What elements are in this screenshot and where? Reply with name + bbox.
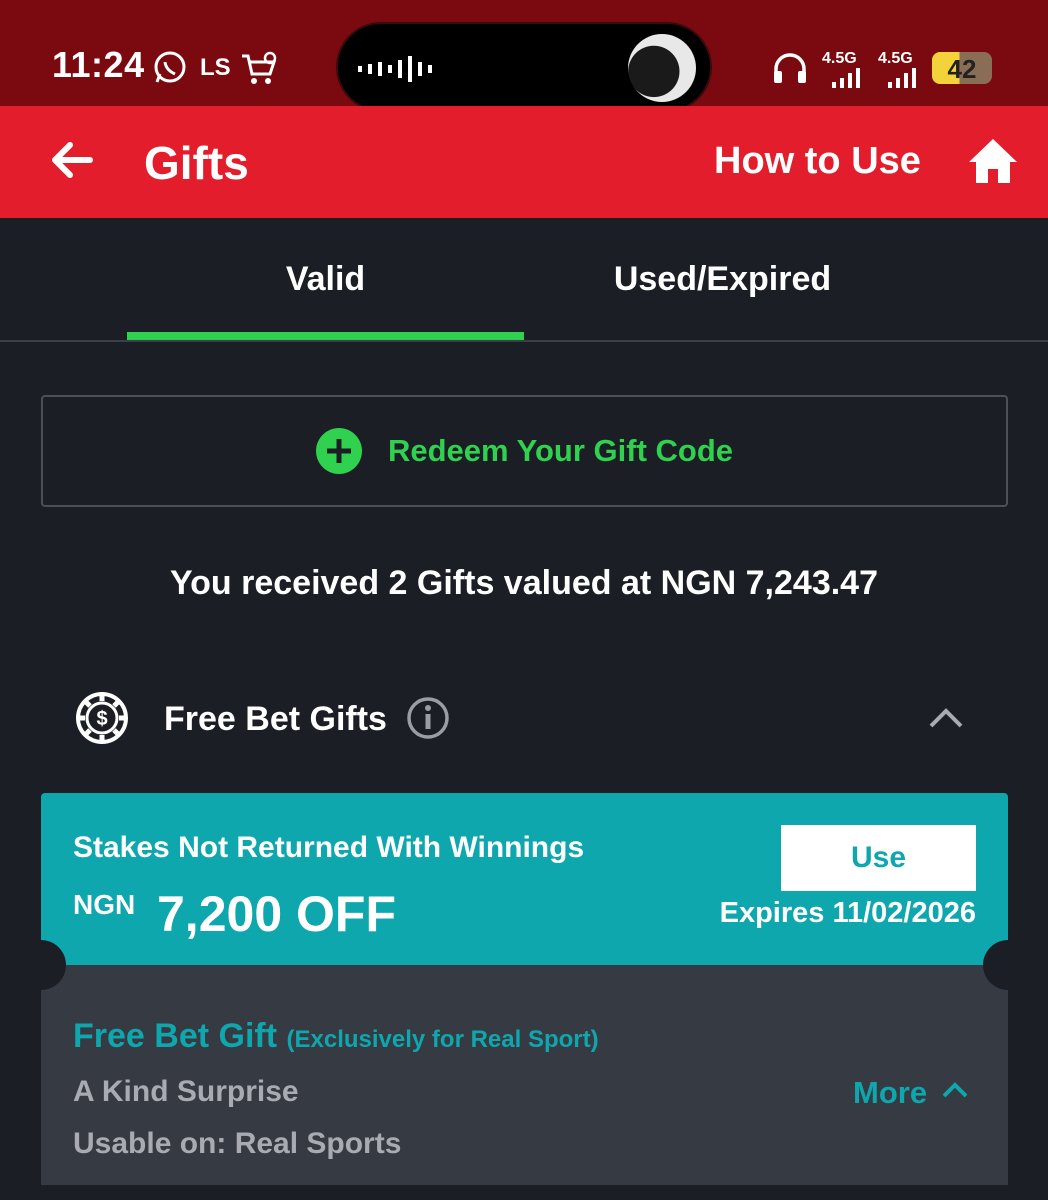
gifts-summary: You received 2 Gifts valued at NGN 7,243… <box>169 564 878 602</box>
gift-expiry: Expires 11/02/2026 <box>719 897 976 929</box>
card-notch-left <box>16 940 66 990</box>
app-bar: Gifts How to Use <box>0 106 1048 218</box>
svg-text:$: $ <box>96 708 107 730</box>
more-toggle[interactable]: More <box>853 1075 969 1111</box>
tab-used-expired[interactable]: Used/Expired <box>524 260 921 299</box>
gift-type: Free Bet Gift (Exclusively for Real Spor… <box>73 1017 599 1056</box>
battery-level: 42 <box>947 54 977 84</box>
how-to-use-link[interactable]: How to Use <box>714 140 921 183</box>
media-artwork[interactable] <box>628 34 696 102</box>
active-tab-indicator <box>127 332 524 340</box>
carrier-badge: LS <box>200 54 231 81</box>
gift-description: A Kind Surprise <box>73 1075 299 1108</box>
shopping-cart-icon <box>240 48 278 88</box>
gift-condition: Stakes Not Returned With Winnings <box>73 831 585 864</box>
back-arrow-icon[interactable] <box>48 136 96 184</box>
redeem-label: Redeem Your Gift Code <box>387 433 734 468</box>
signal-icon <box>886 58 920 98</box>
chevron-up-icon[interactable] <box>926 700 966 736</box>
chip-icon: $ <box>74 690 130 746</box>
use-button[interactable]: Use <box>781 825 976 891</box>
status-time: 11:24 <box>52 44 145 85</box>
gift-currency: NGN <box>73 889 136 920</box>
status-bar: 11:24 LS 4.5G 4.5G 42 <box>0 0 1048 112</box>
battery-icon: 42 <box>932 52 992 84</box>
chevron-up-icon <box>941 1080 969 1107</box>
info-icon[interactable] <box>406 696 450 740</box>
signal-icon <box>830 58 864 98</box>
tab-bar: Valid Used/Expired <box>0 218 1048 342</box>
whatsapp-icon <box>152 48 188 88</box>
home-icon[interactable] <box>966 136 1020 186</box>
free-bet-gifts-header[interactable]: $ Free Bet Gifts <box>0 680 1048 756</box>
dynamic-island <box>336 22 712 112</box>
card-notch-right <box>983 940 1033 990</box>
gift-type-label: Free Bet Gift <box>73 1017 278 1055</box>
redeem-gift-code-button[interactable]: Redeem Your Gift Code <box>41 395 1008 507</box>
tab-valid[interactable]: Valid <box>127 260 524 299</box>
page-title: Gifts <box>144 137 249 189</box>
plus-circle-icon <box>315 428 362 474</box>
more-label: More <box>853 1075 928 1110</box>
gift-card-header: Stakes Not Returned With Winnings NGN 7,… <box>41 793 1008 965</box>
gift-card-details: Free Bet Gift (Exclusively for Real Spor… <box>16 940 1033 1185</box>
headphones-icon <box>772 48 808 88</box>
audio-wave-icon <box>356 54 436 89</box>
gift-usable-on: Usable on: Real Sports <box>73 1127 402 1160</box>
gift-amount: 7,200 OFF <box>157 886 396 942</box>
section-title: Free Bet Gifts <box>164 700 387 738</box>
gift-type-note: (Exclusively for Real Sport) <box>286 1026 599 1053</box>
